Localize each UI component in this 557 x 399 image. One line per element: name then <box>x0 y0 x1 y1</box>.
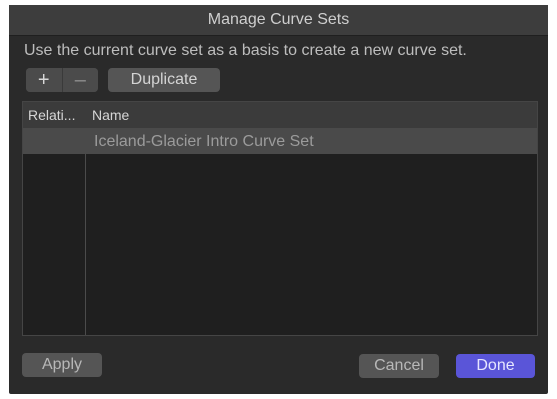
duplicate-button[interactable]: Duplicate <box>108 68 220 92</box>
column-header-name[interactable]: Name <box>92 102 129 128</box>
curve-sets-table: Relati... Name Iceland-Glacier Intro Cur… <box>22 101 538 336</box>
add-remove-control: + – <box>26 68 98 92</box>
done-button[interactable]: Done <box>456 354 535 378</box>
table-header: Relati... Name <box>23 102 537 129</box>
dialog-description: Use the current curve set as a basis to … <box>24 42 467 59</box>
add-curve-set-button[interactable]: + <box>26 68 62 92</box>
dialog-title: Manage Curve Sets <box>9 5 548 36</box>
apply-button[interactable]: Apply <box>22 353 102 377</box>
curve-set-name-cell: Iceland-Glacier Intro Curve Set <box>94 133 314 150</box>
cancel-button[interactable]: Cancel <box>359 354 439 378</box>
manage-curve-sets-dialog: Manage Curve Sets Use the current curve … <box>9 5 548 394</box>
table-row[interactable]: Iceland-Glacier Intro Curve Set <box>23 129 537 154</box>
remove-curve-set-button[interactable]: – <box>61 68 98 92</box>
column-header-relationship[interactable]: Relati... <box>28 102 82 128</box>
